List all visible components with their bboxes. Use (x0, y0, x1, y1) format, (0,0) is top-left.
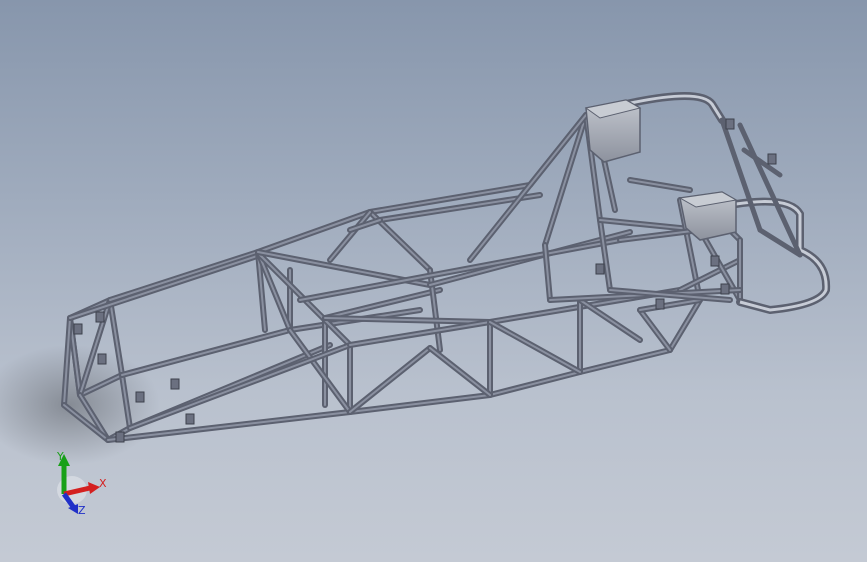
mounting-tab[interactable] (710, 255, 720, 267)
mounting-tab[interactable] (655, 298, 665, 310)
mounting-tab[interactable] (720, 283, 730, 295)
frame-tube-highlight (579, 299, 641, 341)
frame-tube-highlight (629, 179, 691, 191)
mounting-tab[interactable] (767, 153, 777, 165)
frame-tube-highlight (639, 299, 701, 311)
mounting-tab[interactable] (170, 378, 180, 390)
frame-tube-highlight (289, 329, 351, 413)
cad-viewport[interactable]: Y X Z (0, 0, 867, 562)
rear-box-upper[interactable] (584, 99, 642, 163)
frame-tube-highlight (109, 251, 259, 301)
mounting-tab[interactable] (73, 323, 83, 335)
chassis-frame[interactable] (61, 92, 831, 443)
mounting-tab[interactable] (185, 413, 195, 425)
frame-tube-highlight (603, 159, 616, 211)
triad-y-label: Y (56, 450, 64, 463)
mounting-tab[interactable] (95, 311, 105, 323)
frame-tube-highlight (579, 349, 671, 373)
frame-shadow (0, 345, 160, 465)
mounting-tab[interactable] (115, 431, 125, 443)
triad-z-label: Z (78, 504, 86, 517)
frame-tube-highlight (121, 329, 291, 376)
frame-tube-highlight (69, 254, 261, 319)
frame-tube-highlight (429, 347, 491, 396)
frame-tube-highlight (669, 299, 701, 351)
frame-tube-highlight (489, 321, 581, 373)
frame-tube-highlight (349, 321, 491, 346)
mounting-tab[interactable] (135, 391, 145, 403)
frame-tube-highlight (599, 219, 611, 291)
model-canvas[interactable]: Y X Z (0, 0, 867, 562)
frame-tube-highlight (544, 114, 587, 246)
frame-tube-highlight (639, 309, 671, 351)
triad-x-label: X (99, 477, 107, 490)
mounting-tab[interactable] (595, 263, 605, 275)
mounting-tab[interactable] (97, 353, 107, 365)
mounting-tab[interactable] (725, 118, 735, 130)
frame-tube-highlight (489, 371, 581, 396)
frame-tube-highlight (469, 114, 587, 261)
